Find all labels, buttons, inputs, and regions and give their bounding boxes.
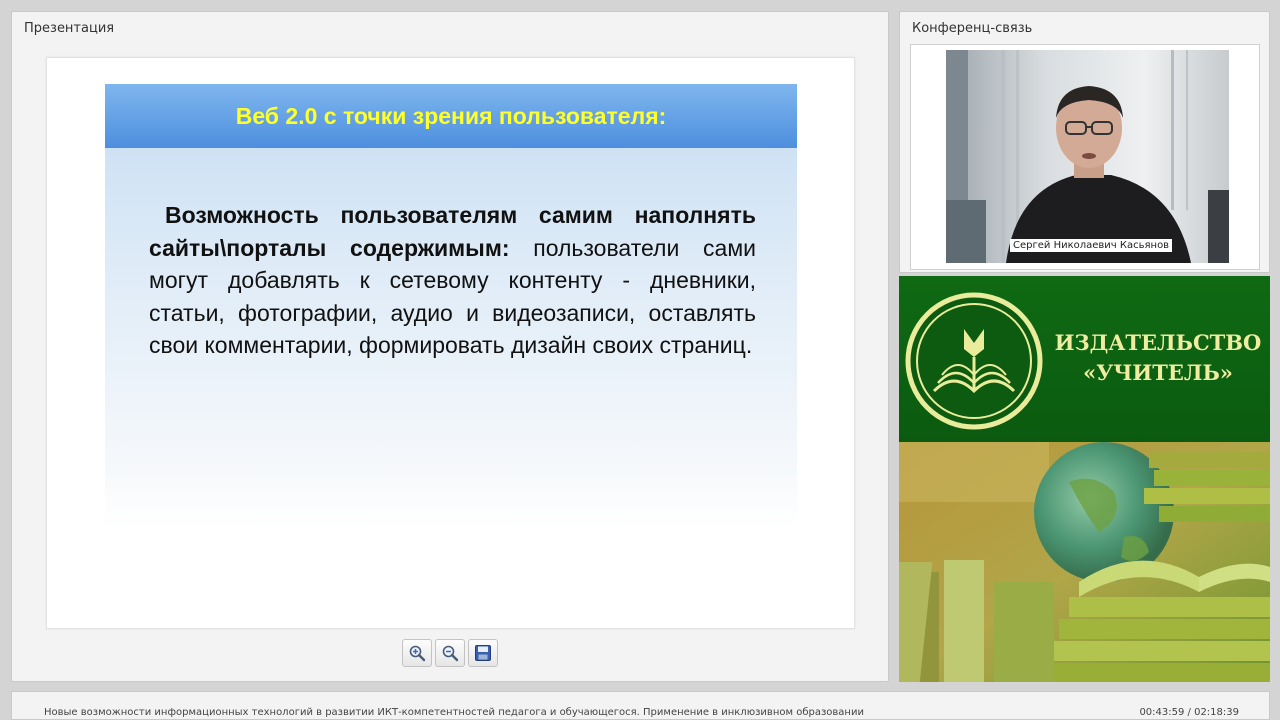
conference-panel-title: Конференц-связь [912, 21, 1033, 36]
speaker-video-image [946, 50, 1229, 263]
zoom-out-button[interactable] [435, 639, 465, 667]
publisher-banner: ИЗДАТЕЛЬСТВО «УЧИТЕЛЬ» [899, 276, 1270, 682]
status-bar: Новые возможности информационных техноло… [11, 691, 1270, 720]
zoom-in-button[interactable] [402, 639, 432, 667]
slide-body-text: Возможность пользователям самим наполнят… [149, 199, 756, 362]
publisher-logo-banner: ИЗДАТЕЛЬСТВО «УЧИТЕЛЬ» [899, 276, 1270, 442]
floppy-disk-icon [475, 645, 491, 661]
publisher-name-line2: «УЧИТЕЛЬ» [1083, 360, 1233, 385]
publisher-name: ИЗДАТЕЛЬСТВО «УЧИТЕЛЬ» [1053, 328, 1263, 388]
video-frame: Сергей Николаевич Касьянов [910, 44, 1260, 270]
slide-header: Веб 2.0 с точки зрения пользователя: [105, 84, 797, 148]
publisher-name-line1: ИЗДАТЕЛЬСТВО [1054, 330, 1262, 355]
speaker-name-label: Сергей Николаевич Касьянов [1010, 239, 1173, 252]
save-button[interactable] [468, 639, 498, 667]
speaker-video[interactable]: Сергей Николаевич Касьянов [946, 50, 1229, 263]
zoom-in-icon [409, 645, 426, 662]
slide-viewport: Веб 2.0 с точки зрения пользователя: Воз… [46, 57, 855, 629]
presentation-panel: Презентация Веб 2.0 с точки зрения польз… [11, 11, 889, 682]
playback-time: 00:43:59 / 02:18:39 [1139, 707, 1239, 718]
publisher-logo-icon [905, 292, 1043, 430]
books-globe-illustration [899, 442, 1270, 682]
conference-panel: Конференц-связь Сергей Николаевич Касьян… [899, 11, 1270, 273]
zoom-out-icon [442, 645, 459, 662]
slide-title: Веб 2.0 с точки зрения пользователя: [235, 102, 667, 129]
slide: Веб 2.0 с точки зрения пользователя: Воз… [105, 84, 797, 529]
slide-toolbar [402, 639, 498, 667]
course-title: Новые возможности информационных техноло… [44, 707, 864, 718]
presentation-panel-title: Презентация [24, 21, 115, 36]
